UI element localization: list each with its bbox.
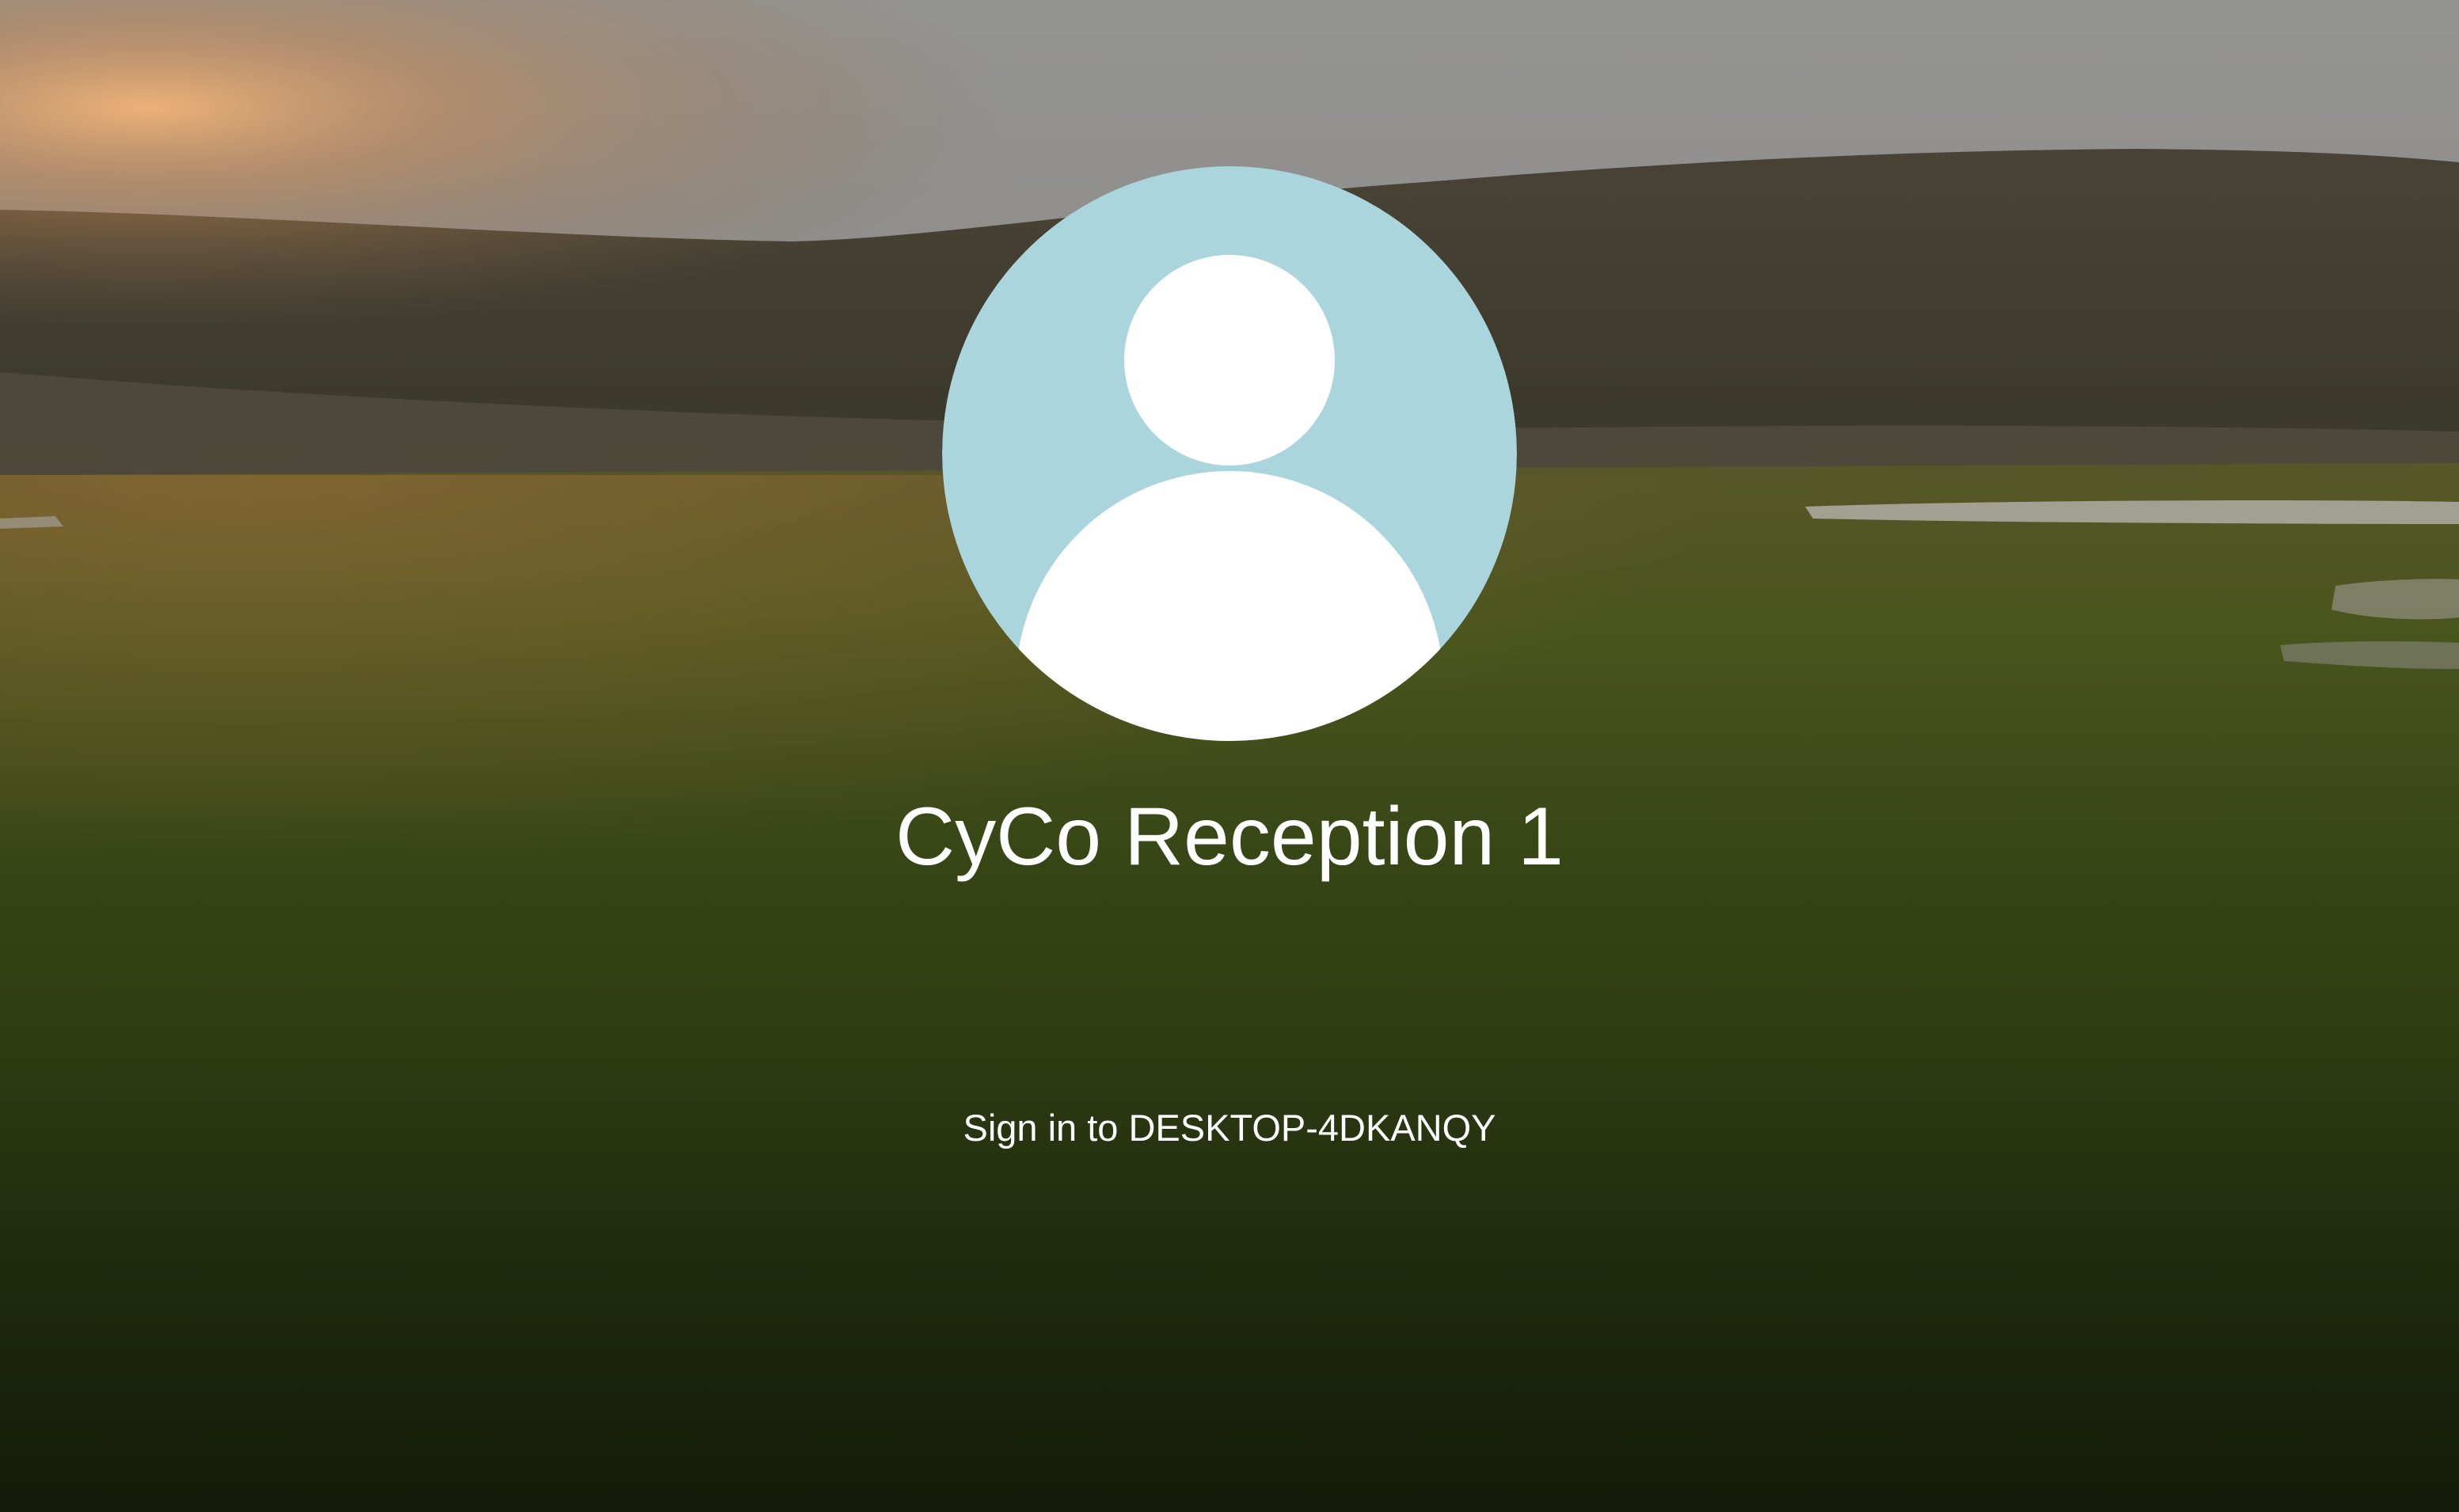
default-user-icon <box>942 166 1517 741</box>
user-avatar <box>942 166 1517 741</box>
user-name: CyCo Reception 1 <box>895 791 1564 883</box>
sign-in-link[interactable]: Sign in to DESKTOP-4DKANQY <box>934 1104 1525 1152</box>
